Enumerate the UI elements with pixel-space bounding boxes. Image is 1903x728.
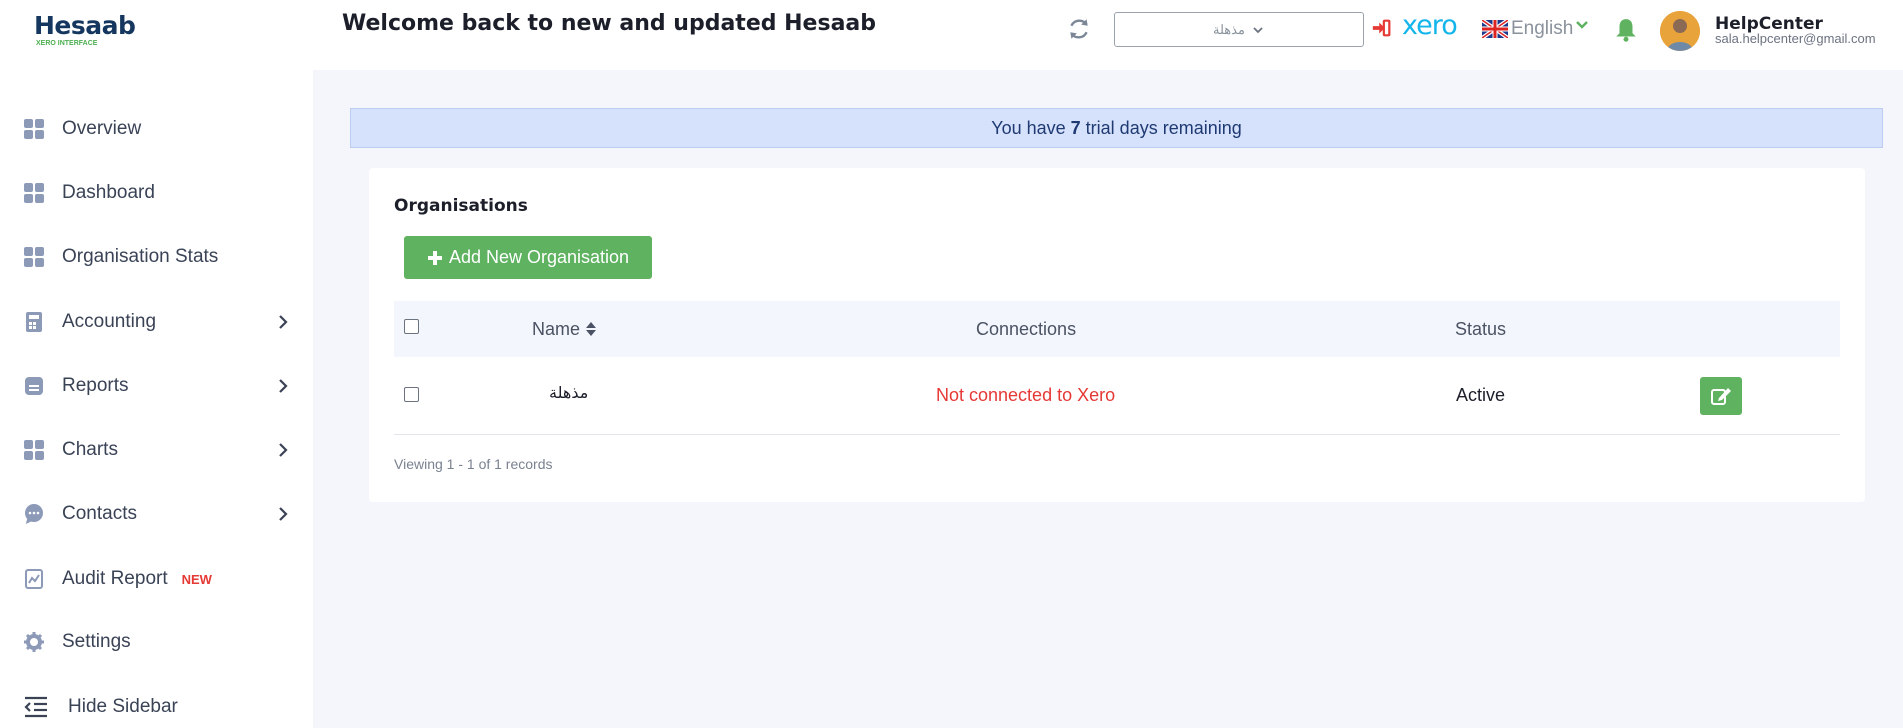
sidebar-item-label: Settings bbox=[62, 631, 131, 652]
hide-sidebar-button[interactable]: Hide Sidebar bbox=[0, 685, 313, 728]
organisation-name[interactable]: مذهلة bbox=[549, 383, 588, 402]
add-organisation-label: Add New Organisation bbox=[448, 247, 630, 267]
edit-icon bbox=[1711, 388, 1731, 405]
records-count: Viewing 1 - 1 of 1 records bbox=[394, 456, 553, 472]
grid-icon bbox=[24, 440, 44, 460]
gear-icon bbox=[24, 632, 44, 652]
bell-icon[interactable] bbox=[1613, 17, 1639, 43]
column-name-label: Name bbox=[532, 319, 581, 339]
sidebar-item-label: Accounting bbox=[62, 311, 157, 332]
sidebar: Overview Dashboard Organisation Stats Ac… bbox=[0, 70, 313, 728]
add-organisation-button[interactable]: Add New Organisation bbox=[404, 236, 652, 279]
trial-prefix: You have bbox=[991, 117, 1066, 138]
report-icon bbox=[25, 377, 43, 395]
collapse-icon bbox=[24, 696, 47, 718]
table-header: Name Connections Status bbox=[394, 301, 1840, 357]
column-header-connections: Connections bbox=[976, 319, 1077, 339]
plus-icon bbox=[427, 250, 442, 265]
trial-suffix: trial days remaining bbox=[1085, 117, 1242, 138]
sign-in-icon[interactable] bbox=[1371, 17, 1393, 39]
sidebar-item-label: Overview bbox=[62, 118, 142, 139]
organisation-select[interactable]: مذهلة bbox=[1114, 12, 1364, 47]
sidebar-item-label: Charts bbox=[62, 439, 118, 460]
column-header-name[interactable]: Name bbox=[532, 319, 597, 340]
xero-logo[interactable]: xero bbox=[1402, 10, 1458, 41]
sidebar-item-label: Audit Report NEW bbox=[62, 568, 212, 590]
organisations-card: Organisations Add New Organisation Name … bbox=[369, 168, 1865, 502]
sidebar-item-audit-report[interactable]: Audit Report NEW bbox=[0, 557, 313, 601]
chevron-down-icon[interactable] bbox=[1575, 18, 1589, 32]
audit-icon bbox=[25, 569, 43, 589]
chevron-right-icon bbox=[279, 315, 288, 329]
row-checkbox[interactable] bbox=[404, 387, 419, 402]
organisation-status: Active bbox=[1456, 385, 1506, 405]
trial-banner: You have 7 trial days remaining bbox=[350, 108, 1883, 148]
avatar[interactable] bbox=[1660, 11, 1700, 51]
trial-days: 7 bbox=[1070, 117, 1081, 138]
audit-report-label: Audit Report bbox=[62, 568, 168, 589]
sidebar-item-dashboard[interactable]: Dashboard bbox=[0, 171, 313, 215]
refresh-icon[interactable] bbox=[1066, 16, 1092, 42]
user-photo-icon bbox=[1660, 11, 1700, 51]
sidebar-item-label: Reports bbox=[62, 375, 129, 396]
grid-icon bbox=[24, 119, 44, 139]
welcome-title: Welcome back to new and updated Hesaab bbox=[342, 11, 877, 36]
sidebar-item-accounting[interactable]: Accounting bbox=[0, 300, 313, 344]
new-badge: NEW bbox=[181, 572, 212, 587]
sort-icon[interactable] bbox=[585, 321, 597, 337]
sidebar-item-charts[interactable]: Charts bbox=[0, 428, 313, 472]
select-all-checkbox[interactable] bbox=[404, 319, 419, 334]
grid-icon bbox=[24, 247, 44, 267]
sidebar-item-reports[interactable]: Reports bbox=[0, 364, 313, 408]
sidebar-item-overview[interactable]: Overview bbox=[0, 107, 313, 151]
table-row: مذهلة Not connected to Xero Active bbox=[394, 357, 1840, 435]
chevron-right-icon bbox=[279, 379, 288, 393]
chevron-right-icon bbox=[279, 507, 288, 521]
edit-button[interactable] bbox=[1700, 377, 1742, 415]
connection-status[interactable]: Not connected to Xero bbox=[936, 385, 1115, 406]
chevron-right-icon bbox=[279, 443, 288, 457]
chevron-down-icon bbox=[1253, 26, 1263, 33]
grid-icon bbox=[24, 183, 44, 203]
logo-text: Hesaab bbox=[34, 11, 136, 40]
sidebar-item-label: Dashboard bbox=[62, 182, 155, 203]
sidebar-item-label: Contacts bbox=[62, 503, 137, 524]
sidebar-item-organisation-stats[interactable]: Organisation Stats bbox=[0, 235, 313, 279]
chat-icon bbox=[25, 504, 43, 524]
sidebar-item-settings[interactable]: Settings bbox=[0, 620, 313, 664]
column-header-status: Status bbox=[1455, 319, 1507, 339]
card-title: Organisations bbox=[394, 196, 528, 216]
sidebar-item-label: Organisation Stats bbox=[62, 246, 219, 267]
uk-flag-icon bbox=[1482, 20, 1508, 38]
user-email: sala.helpcenter@gmail.com bbox=[1715, 31, 1876, 46]
calculator-icon bbox=[26, 312, 42, 332]
language-select[interactable]: English bbox=[1511, 18, 1573, 40]
sidebar-item-contacts[interactable]: Contacts bbox=[0, 492, 313, 536]
top-header: Hesaab XERO INTERFACE Welcome back to ne… bbox=[0, 0, 1903, 70]
app-logo[interactable]: Hesaab XERO INTERFACE bbox=[34, 11, 136, 48]
organisation-select-value: مذهلة bbox=[1213, 21, 1245, 37]
sidebar-item-label: Hide Sidebar bbox=[68, 696, 178, 717]
logo-subtitle: XERO INTERFACE bbox=[36, 40, 98, 47]
